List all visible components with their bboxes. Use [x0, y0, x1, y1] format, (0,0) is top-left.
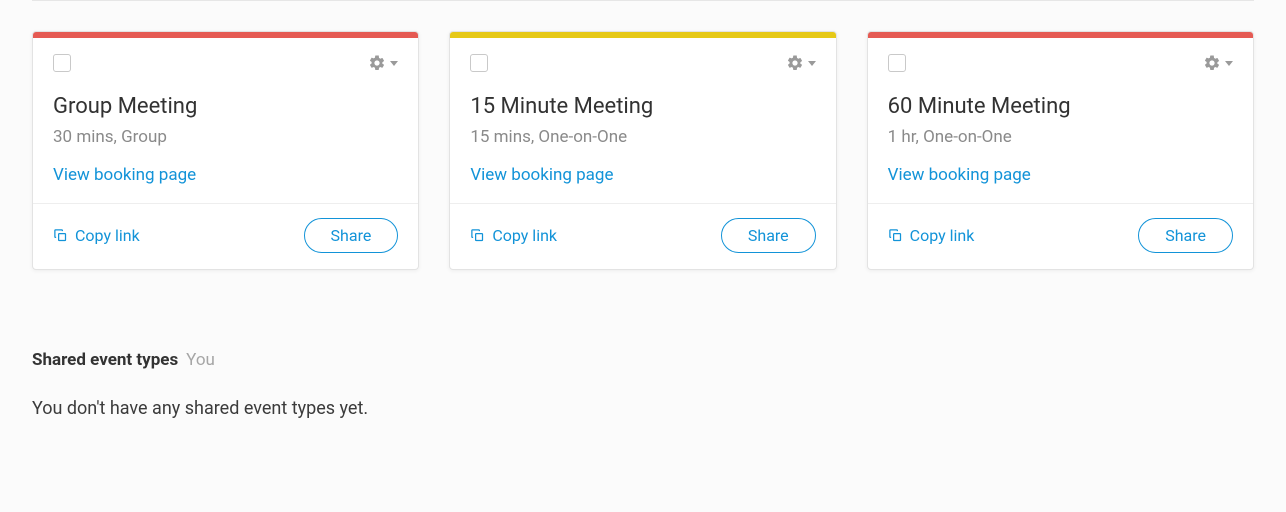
event-meta: 30 mins, Group [53, 127, 398, 147]
share-button[interactable]: Share [304, 218, 399, 253]
event-card: 60 Minute Meeting 1 hr, One-on-One View … [867, 31, 1254, 270]
select-checkbox[interactable] [470, 54, 488, 72]
copy-link-button[interactable]: Copy link [888, 226, 975, 245]
event-type-cards: Group Meeting 30 mins, Group View bookin… [32, 31, 1254, 270]
gear-icon [368, 54, 386, 72]
event-title: Group Meeting [53, 94, 398, 119]
settings-menu[interactable] [786, 54, 816, 72]
share-button[interactable]: Share [1138, 218, 1233, 253]
select-checkbox[interactable] [888, 54, 906, 72]
copy-link-label: Copy link [75, 226, 140, 245]
copy-link-button[interactable]: Copy link [470, 226, 557, 245]
select-checkbox[interactable] [53, 54, 71, 72]
shared-title: Shared event types [32, 350, 178, 370]
shared-event-types-section: Shared event types You You don't have an… [32, 350, 1254, 419]
event-card: 15 Minute Meeting 15 mins, One-on-One Vi… [449, 31, 836, 270]
copy-icon [470, 228, 485, 243]
shared-empty-message: You don't have any shared event types ye… [32, 398, 1254, 419]
divider [32, 0, 1254, 1]
event-meta: 15 mins, One-on-One [470, 127, 815, 147]
copy-link-label: Copy link [910, 226, 975, 245]
chevron-down-icon [1225, 61, 1233, 66]
share-button[interactable]: Share [721, 218, 816, 253]
view-booking-link[interactable]: View booking page [53, 165, 196, 185]
view-booking-link[interactable]: View booking page [888, 165, 1031, 185]
event-title: 60 Minute Meeting [888, 94, 1233, 119]
settings-menu[interactable] [368, 54, 398, 72]
copy-link-button[interactable]: Copy link [53, 226, 140, 245]
gear-icon [786, 54, 804, 72]
copy-link-label: Copy link [492, 226, 557, 245]
shared-subtitle: You [186, 350, 215, 370]
chevron-down-icon [390, 61, 398, 66]
event-card: Group Meeting 30 mins, Group View bookin… [32, 31, 419, 270]
copy-icon [888, 228, 903, 243]
settings-menu[interactable] [1203, 54, 1233, 72]
copy-icon [53, 228, 68, 243]
view-booking-link[interactable]: View booking page [470, 165, 613, 185]
gear-icon [1203, 54, 1221, 72]
event-title: 15 Minute Meeting [470, 94, 815, 119]
event-meta: 1 hr, One-on-One [888, 127, 1233, 147]
chevron-down-icon [808, 61, 816, 66]
